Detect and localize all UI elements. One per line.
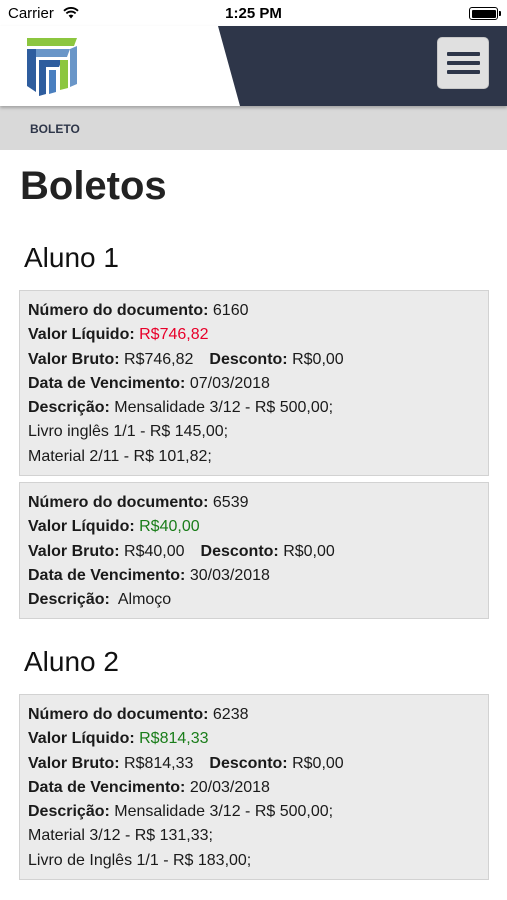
breadcrumb-bar: BOLETO xyxy=(0,106,507,150)
description-line: Material 2/11 - R$ 101,82; xyxy=(28,447,212,465)
description-line: Livro de Inglês 1/1 - R$ 183,00; xyxy=(28,851,252,869)
net-value-ok: R$40,00 xyxy=(139,518,200,536)
net-value-overdue: R$746,82 xyxy=(139,326,209,344)
gross-value-row: Valor Bruto: R$746,82 Desconto: R$0,00 xyxy=(28,350,344,368)
description-row: Descrição: Mensalidade 3/12 - R$ 500,00; xyxy=(28,399,334,417)
boleto-card[interactable]: Número do documento: 6238 Valor Líquido:… xyxy=(19,694,489,881)
hamburger-menu-icon xyxy=(447,52,480,74)
clock: 1:25 PM xyxy=(225,5,282,22)
net-value-row: Valor Líquido: R$40,00 xyxy=(28,518,200,536)
description-line: Material 3/12 - R$ 131,33; xyxy=(28,827,213,845)
battery-icon xyxy=(469,7,501,20)
status-bar: Carrier 1:25 PM xyxy=(0,0,507,26)
net-value-row: Valor Líquido: R$814,33 xyxy=(28,730,209,748)
description-row: Descrição: Mensalidade 3/12 - R$ 500,00; xyxy=(28,803,334,821)
document-number-row: Número do documento: 6238 xyxy=(28,706,249,723)
student-heading: Aluno 1 xyxy=(24,242,119,273)
description-line: Livro inglês 1/1 - R$ 145,00; xyxy=(28,423,229,441)
student-heading: Aluno 2 xyxy=(24,646,119,677)
breadcrumb-boleto[interactable]: BOLETO xyxy=(30,122,80,136)
menu-button[interactable] xyxy=(437,37,489,89)
due-date-row: Data de Vencimento: 30/03/2018 xyxy=(28,566,270,584)
net-value-ok: R$814,33 xyxy=(139,730,209,748)
school-logo-icon[interactable] xyxy=(24,34,80,98)
net-value-row: Valor Líquido: R$746,82 xyxy=(28,326,209,344)
due-date-row: Data de Vencimento: 07/03/2018 xyxy=(28,374,270,392)
boleto-card[interactable]: Número do documento: 6539 Valor Líquido:… xyxy=(19,482,489,620)
document-number-row: Número do documento: 6160 xyxy=(28,302,249,319)
document-number-row: Número do documento: 6539 xyxy=(28,494,249,511)
app-header xyxy=(0,26,507,106)
page-title: Boletos xyxy=(20,164,167,208)
description-row: Descrição: Almoço xyxy=(28,591,172,609)
gross-value-row: Valor Bruto: R$814,33 Desconto: R$0,00 xyxy=(28,754,344,772)
due-date-row: Data de Vencimento: 20/03/2018 xyxy=(28,778,270,796)
boleto-card[interactable]: Número do documento: 6160 Valor Líquido:… xyxy=(19,290,489,477)
gross-value-row: Valor Bruto: R$40,00 Desconto: R$0,00 xyxy=(28,542,335,560)
